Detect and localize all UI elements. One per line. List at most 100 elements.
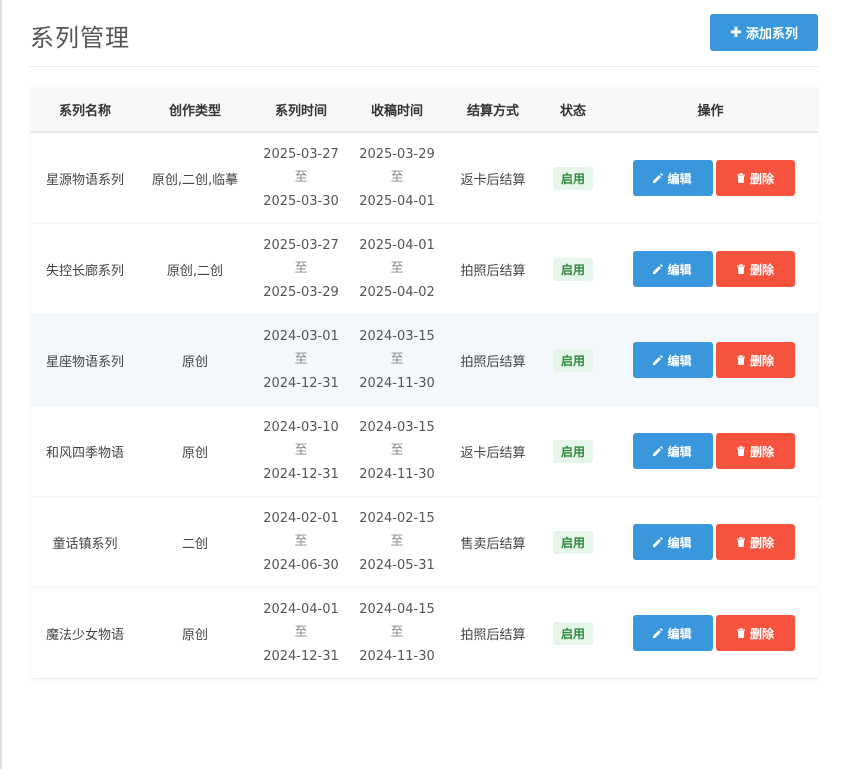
range-separator: 至 bbox=[390, 625, 404, 641]
submission-period: 2024-02-15 至 2024-05-31 bbox=[351, 496, 443, 588]
actions-cell: 编辑 删除 bbox=[603, 496, 818, 588]
submission-start-date: 2024-03-15 bbox=[359, 328, 435, 344]
status-cell: 启用 bbox=[543, 132, 603, 224]
submission-period: 2025-04-01 至 2025-04-02 bbox=[351, 223, 443, 315]
series-end-date: 2024-06-30 bbox=[263, 557, 339, 573]
delete-label: 删除 bbox=[749, 444, 774, 459]
submission-end-date: 2025-04-02 bbox=[359, 284, 435, 300]
series-period: 2024-02-01 至 2024-06-30 bbox=[251, 496, 351, 588]
series-start-date: 2025-03-27 bbox=[263, 237, 339, 253]
series-name: 失控长廊系列 bbox=[31, 223, 139, 315]
creation-type: 原创 bbox=[139, 405, 251, 497]
range-separator: 至 bbox=[294, 534, 308, 550]
table-row: 星座物语系列 原创 2024-03-01 至 2024-12-31 2024-0… bbox=[31, 314, 818, 406]
settlement-method: 售卖后结算 bbox=[443, 496, 543, 588]
edit-button[interactable]: 编辑 bbox=[632, 524, 713, 560]
series-name: 魔法少女物语 bbox=[31, 587, 139, 679]
actions-cell: 编辑 删除 bbox=[603, 223, 818, 315]
series-table: 系列名称 创作类型 系列时间 收稿时间 结算方式 状态 操作 星源物语系列 原创… bbox=[31, 87, 818, 679]
creation-type: 二创 bbox=[139, 496, 251, 588]
status-cell: 启用 bbox=[543, 405, 603, 497]
series-start-date: 2024-03-10 bbox=[263, 419, 339, 435]
submission-end-date: 2024-05-31 bbox=[359, 557, 435, 573]
series-period: 2024-03-10 至 2024-12-31 bbox=[251, 405, 351, 497]
range-separator: 至 bbox=[294, 625, 308, 641]
table-header-row: 系列名称 创作类型 系列时间 收稿时间 结算方式 状态 操作 bbox=[31, 87, 818, 133]
pencil-icon bbox=[653, 446, 664, 456]
delete-button[interactable]: 删除 bbox=[715, 615, 795, 651]
column-header: 系列名称 bbox=[31, 87, 139, 133]
trash-icon bbox=[736, 173, 745, 183]
creation-type: 原创,二创 bbox=[139, 223, 251, 315]
submission-end-date: 2024-11-30 bbox=[359, 466, 435, 482]
add-series-button[interactable]: ✚ 添加系列 bbox=[710, 14, 818, 51]
series-end-date: 2024-12-31 bbox=[263, 375, 339, 391]
edit-button[interactable]: 编辑 bbox=[632, 433, 713, 469]
settlement-method: 返卡后结算 bbox=[443, 132, 543, 224]
trash-icon bbox=[736, 537, 745, 547]
status-badge: 启用 bbox=[552, 530, 593, 554]
edit-label: 编辑 bbox=[667, 626, 692, 641]
page-title: 系列管理 bbox=[30, 24, 130, 52]
delete-label: 删除 bbox=[749, 262, 774, 277]
edit-button[interactable]: 编辑 bbox=[632, 160, 713, 196]
delete-button[interactable]: 删除 bbox=[715, 433, 795, 469]
series-name: 童话镇系列 bbox=[31, 496, 139, 588]
table-row: 失控长廊系列 原创,二创 2025-03-27 至 2025-03-29 202… bbox=[31, 223, 818, 315]
delete-button[interactable]: 删除 bbox=[715, 251, 795, 287]
series-period: 2025-03-27 至 2025-03-29 bbox=[251, 223, 351, 315]
pencil-icon bbox=[653, 628, 664, 638]
range-separator: 至 bbox=[390, 443, 404, 459]
submission-end-date: 2025-04-01 bbox=[359, 193, 435, 209]
table-row: 魔法少女物语 原创 2024-04-01 至 2024-12-31 2024-0… bbox=[31, 587, 818, 679]
settlement-method: 拍照后结算 bbox=[443, 587, 543, 679]
page-header: 系列管理 ✚ 添加系列 bbox=[30, 14, 818, 67]
creation-type: 原创,二创,临摹 bbox=[139, 132, 251, 224]
series-start-date: 2024-02-01 bbox=[263, 510, 339, 526]
status-cell: 启用 bbox=[543, 496, 603, 588]
actions-cell: 编辑 删除 bbox=[603, 132, 818, 224]
submission-end-date: 2024-11-30 bbox=[359, 648, 435, 664]
column-header: 收稿时间 bbox=[351, 87, 443, 133]
delete-button[interactable]: 删除 bbox=[715, 342, 795, 378]
pencil-icon bbox=[653, 264, 664, 274]
creation-type: 原创 bbox=[139, 314, 251, 406]
edit-label: 编辑 bbox=[667, 353, 692, 368]
range-separator: 至 bbox=[390, 534, 404, 550]
trash-icon bbox=[736, 446, 745, 456]
left-border bbox=[0, 0, 2, 769]
series-name: 星源物语系列 bbox=[31, 132, 139, 224]
trash-icon bbox=[736, 628, 745, 638]
series-name: 星座物语系列 bbox=[31, 314, 139, 406]
delete-label: 删除 bbox=[749, 626, 774, 641]
edit-button[interactable]: 编辑 bbox=[632, 342, 713, 378]
edit-button[interactable]: 编辑 bbox=[632, 615, 713, 651]
range-separator: 至 bbox=[294, 170, 308, 186]
series-period: 2024-03-01 至 2024-12-31 bbox=[251, 314, 351, 406]
settlement-method: 拍照后结算 bbox=[443, 223, 543, 315]
column-header: 创作类型 bbox=[139, 87, 251, 133]
delete-button[interactable]: 删除 bbox=[715, 160, 795, 196]
range-separator: 至 bbox=[294, 352, 308, 368]
delete-button[interactable]: 删除 bbox=[715, 524, 795, 560]
series-start-date: 2025-03-27 bbox=[263, 146, 339, 162]
table-row: 星源物语系列 原创,二创,临摹 2025-03-27 至 2025-03-30 … bbox=[31, 132, 818, 224]
submission-start-date: 2024-04-15 bbox=[359, 601, 435, 617]
range-separator: 至 bbox=[390, 170, 404, 186]
pencil-icon bbox=[653, 537, 664, 547]
trash-icon bbox=[736, 264, 745, 274]
creation-type: 原创 bbox=[139, 587, 251, 679]
submission-period: 2024-03-15 至 2024-11-30 bbox=[351, 405, 443, 497]
status-badge: 启用 bbox=[552, 257, 593, 281]
series-end-date: 2025-03-29 bbox=[263, 284, 339, 300]
status-cell: 启用 bbox=[543, 223, 603, 315]
series-start-date: 2024-03-01 bbox=[263, 328, 339, 344]
series-end-date: 2024-12-31 bbox=[263, 648, 339, 664]
submission-start-date: 2024-02-15 bbox=[359, 510, 435, 526]
edit-button[interactable]: 编辑 bbox=[632, 251, 713, 287]
submission-start-date: 2025-04-01 bbox=[359, 237, 435, 253]
plus-icon: ✚ bbox=[730, 24, 742, 41]
status-cell: 启用 bbox=[543, 587, 603, 679]
table-row: 和风四季物语 原创 2024-03-10 至 2024-12-31 2024-0… bbox=[31, 405, 818, 497]
range-separator: 至 bbox=[390, 352, 404, 368]
